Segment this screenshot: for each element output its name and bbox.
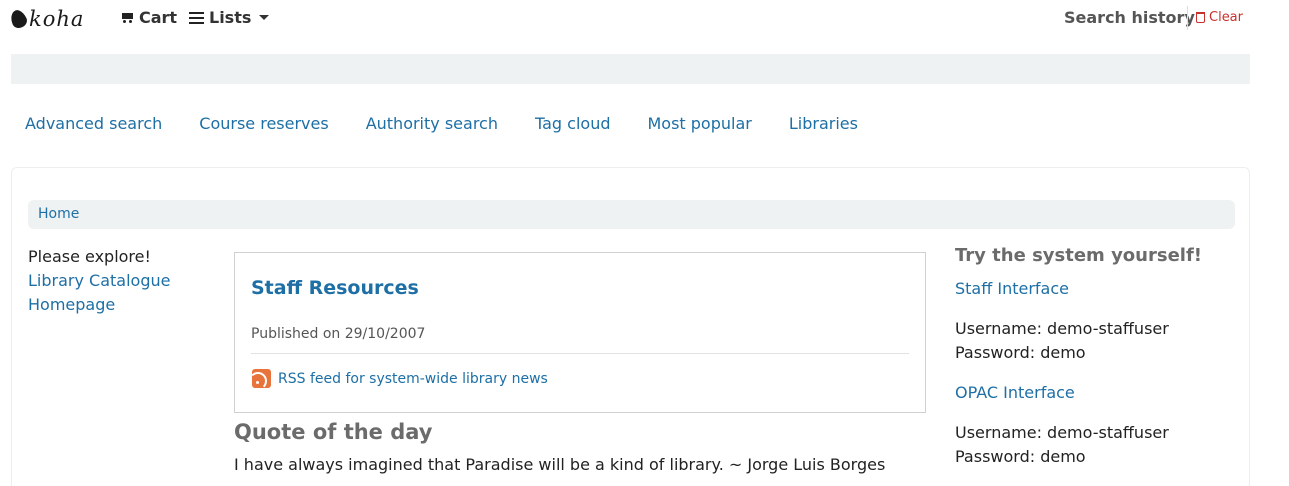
staff-username: Username: demo-staffuser <box>955 319 1169 338</box>
main-content: Home Please explore! Library Catalogue H… <box>11 167 1250 486</box>
opac-username: Username: demo-staffuser <box>955 423 1169 442</box>
rss-feed-link[interactable]: RSS feed for system-wide library news <box>252 369 548 388</box>
rss-label: RSS feed for system-wide library news <box>278 370 548 387</box>
more-search-nav: Advanced search Course reserves Authorit… <box>25 114 895 133</box>
library-catalogue-link[interactable]: Library Catalogue Homepage <box>28 271 170 314</box>
clear-label: Clear <box>1209 10 1243 25</box>
clear-history-button[interactable]: Clear <box>1196 10 1243 25</box>
cart-label: Cart <box>139 8 178 27</box>
search-history-link[interactable]: Search history <box>1064 8 1195 27</box>
koha-logo[interactable]: koha <box>7 6 85 32</box>
news-divider <box>251 353 909 354</box>
try-system-heading: Try the system yourself! <box>955 245 1202 266</box>
list-icon <box>189 11 204 24</box>
nav-course-reserves[interactable]: Course reserves <box>199 114 328 133</box>
nav-authority-search[interactable]: Authority search <box>366 114 498 133</box>
news-published-date: Published on 29/10/2007 <box>251 326 426 342</box>
nav-libraries[interactable]: Libraries <box>789 114 858 133</box>
top-navbar: koha Cart Lists Search history Clear <box>0 0 1289 40</box>
cart-icon <box>120 12 134 23</box>
opac-interface-link[interactable]: OPAC Interface <box>955 383 1075 402</box>
rss-icon <box>252 369 271 388</box>
trash-icon <box>1196 12 1205 23</box>
opac-password: Password: demo <box>955 447 1086 466</box>
header-divider <box>1187 6 1188 30</box>
news-title[interactable]: Staff Resources <box>251 277 419 299</box>
nav-most-popular[interactable]: Most popular <box>647 114 751 133</box>
news-item: Staff Resources Published on 29/10/2007 … <box>234 252 926 413</box>
koha-logo-icon <box>7 7 30 31</box>
cart-button[interactable]: Cart <box>120 8 177 27</box>
staff-password: Password: demo <box>955 343 1086 362</box>
chevron-down-icon <box>259 15 270 20</box>
quote-heading: Quote of the day <box>234 420 433 444</box>
logo-text: koha <box>29 7 85 31</box>
breadcrumb: Home <box>28 200 1235 229</box>
nav-tag-cloud[interactable]: Tag cloud <box>535 114 611 133</box>
lists-label: Lists <box>209 8 252 27</box>
quote-text: I have always imagined that Paradise wil… <box>234 455 886 474</box>
staff-interface-link[interactable]: Staff Interface <box>955 279 1069 298</box>
search-bar-area <box>11 54 1250 84</box>
lists-dropdown[interactable]: Lists <box>189 8 270 27</box>
explore-label: Please explore! <box>28 247 151 266</box>
breadcrumb-home[interactable]: Home <box>38 206 79 222</box>
left-column: Please explore! Library Catalogue Homepa… <box>28 245 208 317</box>
nav-advanced-search[interactable]: Advanced search <box>25 114 162 133</box>
